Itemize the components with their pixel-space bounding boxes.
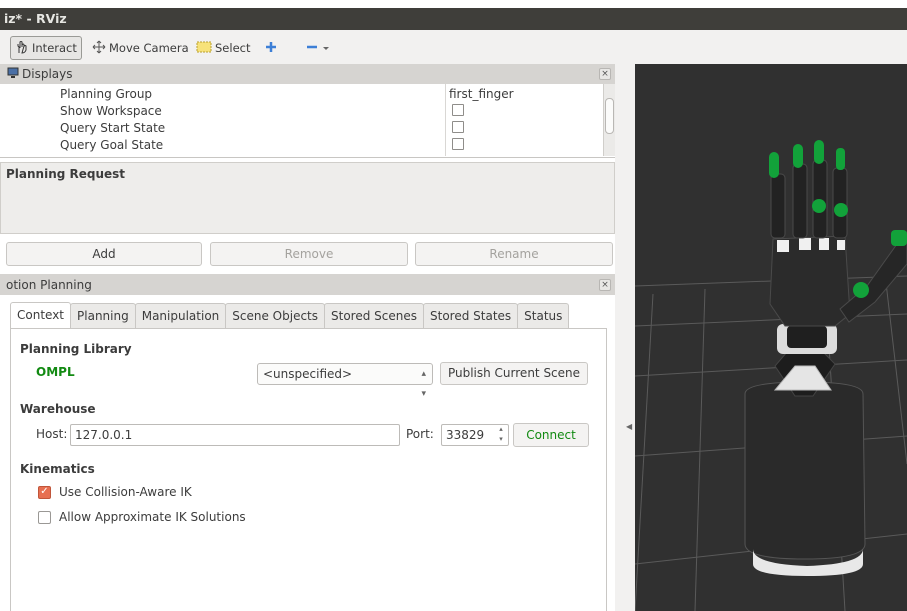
show-workspace-checkbox[interactable] — [452, 104, 464, 116]
add-tool-button[interactable] — [264, 36, 281, 60]
select-arrows-icon: ▴ ▾ — [421, 369, 426, 399]
move-camera-tool-button[interactable]: Move Camera — [92, 36, 189, 60]
planning-library-title: Planning Library — [20, 342, 132, 356]
approximate-ik-checkbox[interactable] — [38, 510, 51, 524]
motion-planning-tabs: Context Planning Manipulation Scene Obje… — [10, 302, 570, 329]
tab-manipulation[interactable]: Manipulation — [134, 303, 227, 328]
prop-planning-group: Planning Group — [60, 87, 153, 101]
window-title: iz* - RViz — [4, 11, 67, 26]
prop-show-workspace: Show Workspace — [60, 104, 162, 118]
toolbar: Interact Move Camera Select — [0, 30, 907, 64]
panel-splitter[interactable]: ◀ — [615, 64, 635, 611]
3d-viewport[interactable] — [635, 64, 907, 611]
planner-select[interactable]: <unspecified> ▴ ▾ — [257, 363, 433, 399]
remove-tool-menu[interactable] — [305, 36, 333, 60]
query-start-state-checkbox[interactable] — [452, 121, 464, 133]
select-tool-button[interactable]: Select — [196, 36, 250, 60]
select-label: Select — [215, 41, 251, 55]
hand-icon — [15, 40, 29, 57]
tab-stored-scenes[interactable]: Stored Scenes — [324, 303, 424, 328]
add-button[interactable]: Add — [6, 242, 202, 266]
motion-planning-panel-header: otion Planning × — [0, 274, 615, 295]
motion-planning-close-button[interactable]: × — [599, 279, 611, 291]
approximate-ik-label: Allow Approximate IK Solutions — [59, 510, 246, 524]
move-camera-label: Move Camera — [109, 41, 189, 55]
title-bar: iz* - RViz — [0, 8, 907, 30]
robot-hand-render — [635, 140, 907, 611]
displays-scrollbar[interactable] — [603, 84, 615, 156]
planning-group-value[interactable]: first_finger — [449, 87, 514, 101]
planning-library-name: OMPL — [36, 365, 75, 379]
collapse-arrow-icon[interactable]: ◀ — [626, 422, 632, 431]
scrollbar-thumb[interactable] — [605, 98, 614, 134]
dropdown-arrow-icon — [322, 41, 330, 55]
displays-property-tree: Planning Group first_finger Show Workspa… — [0, 84, 615, 158]
palm — [769, 235, 851, 327]
interact-label: Interact — [32, 41, 77, 55]
interact-tool-button[interactable]: Interact — [10, 36, 82, 60]
prop-query-start-state: Query Start State — [60, 121, 166, 135]
plus-icon — [264, 40, 278, 57]
collision-aware-ik-checkbox[interactable]: ✓ — [38, 485, 51, 499]
query-goal-state-checkbox[interactable] — [452, 138, 464, 150]
displays-close-button[interactable]: × — [599, 68, 611, 80]
displays-monitor-icon — [7, 67, 19, 82]
collision-aware-ik-label: Use Collision-Aware IK — [59, 485, 192, 499]
port-label: Port: — [406, 427, 434, 441]
motion-planning-title: otion Planning — [6, 278, 92, 292]
host-input[interactable]: 127.0.0.1 — [70, 424, 400, 446]
displays-panel-header: Displays × — [0, 64, 615, 84]
approximate-ik-row[interactable]: Allow Approximate IK Solutions — [38, 510, 246, 524]
prop-query-goal-state: Query Goal State — [60, 138, 164, 152]
tab-scene-objects[interactable]: Scene Objects — [225, 303, 325, 328]
remove-button[interactable]: Remove — [210, 242, 408, 266]
minus-icon — [305, 40, 319, 57]
kinematics-title: Kinematics — [20, 462, 95, 476]
port-spinner-icon[interactable]: ▴ ▾ — [495, 424, 507, 446]
tab-stored-states[interactable]: Stored States — [423, 303, 519, 328]
tab-context[interactable]: Context — [10, 302, 72, 329]
wrist-joint — [773, 324, 837, 397]
planning-request-label: Planning Request — [6, 167, 126, 181]
publish-current-scene-button[interactable]: Publish Current Scene — [440, 362, 588, 385]
tab-planning[interactable]: Planning — [70, 303, 136, 328]
host-label: Host: — [36, 427, 68, 441]
select-box-icon — [196, 41, 212, 56]
tab-status[interactable]: Status — [517, 303, 570, 328]
rename-button[interactable]: Rename — [415, 242, 613, 266]
move-camera-icon — [92, 40, 106, 57]
collision-aware-ik-row[interactable]: ✓ Use Collision-Aware IK — [38, 485, 192, 499]
forearm-base — [744, 381, 866, 576]
column-divider — [445, 84, 446, 156]
displays-title: Displays — [22, 67, 73, 81]
planner-select-value: <unspecified> — [263, 367, 353, 381]
connect-button[interactable]: Connect — [513, 423, 589, 447]
warehouse-title: Warehouse — [20, 402, 96, 416]
